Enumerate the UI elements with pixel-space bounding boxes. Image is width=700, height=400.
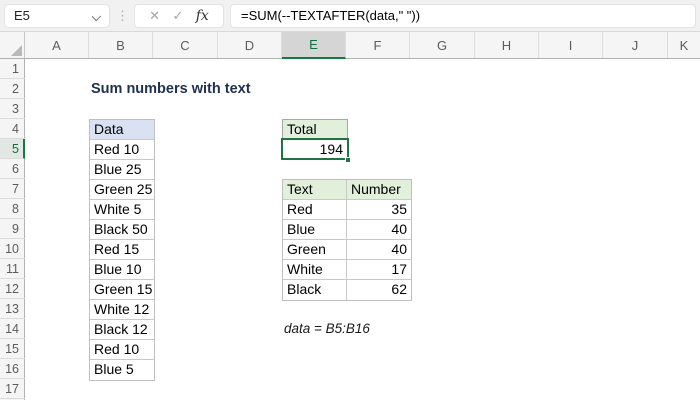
data-cell-b14[interactable]: Black 12 [90, 320, 154, 340]
row-header-2[interactable]: 2 [0, 79, 25, 99]
data-cell-b15[interactable]: Red 10 [90, 340, 154, 360]
row-header-15[interactable]: 15 [0, 339, 25, 359]
summary-number-cell[interactable]: 40 [347, 220, 411, 239]
column-header-b[interactable]: B [89, 32, 153, 58]
data-cell-b7[interactable]: Green 25 [90, 180, 154, 200]
row-headers: 1 2 3 4 5 6 7 8 9 10 11 12 13 14 15 16 1… [0, 59, 25, 400]
row-header-16[interactable]: 16 [0, 359, 25, 379]
summary-text-cell[interactable]: Black [283, 280, 347, 300]
column-header-e-selected[interactable]: E [282, 32, 346, 59]
summary-header-row: Text Number [283, 180, 411, 200]
column-header-f[interactable]: F [346, 32, 410, 58]
summary-row-green: Green 40 [283, 240, 411, 260]
row-header-7[interactable]: 7 [0, 179, 25, 199]
summary-row-white: White 17 [283, 260, 411, 280]
data-list-header[interactable]: Data [90, 120, 154, 140]
row-header-9[interactable]: 9 [0, 219, 25, 239]
row-header-13[interactable]: 13 [0, 299, 25, 319]
row-header-1[interactable]: 1 [0, 59, 25, 79]
excel-window: E5 ⋮ ✕ ✓ fx =SUM(--TEXTAFTER(data," ")) … [0, 0, 700, 400]
summary-row-blue: Blue 40 [283, 220, 411, 240]
summary-number-cell[interactable]: 62 [347, 280, 411, 300]
cancel-icon[interactable]: ✕ [149, 8, 160, 24]
column-headers: A B C D E F G H I J K [0, 32, 700, 59]
summary-number-cell[interactable]: 17 [347, 260, 411, 279]
summary-row-black: Black 62 [283, 280, 411, 300]
summary-header-text[interactable]: Text [283, 180, 347, 199]
fill-handle[interactable] [345, 157, 351, 163]
row-header-17[interactable]: 17 [0, 379, 25, 399]
column-header-k[interactable]: K [668, 32, 700, 58]
name-box[interactable]: E5 [4, 4, 110, 28]
row-header-10[interactable]: 10 [0, 239, 25, 259]
column-header-c[interactable]: C [153, 32, 218, 58]
summary-text-cell[interactable]: White [283, 260, 347, 279]
column-header-i[interactable]: I [539, 32, 603, 58]
row-header-3[interactable]: 3 [0, 99, 25, 119]
data-cell-b6[interactable]: Blue 25 [90, 160, 154, 180]
formula-bar: E5 ⋮ ✕ ✓ fx =SUM(--TEXTAFTER(data," ")) [0, 0, 700, 32]
summary-row-red: Red 35 [283, 200, 411, 220]
column-header-a[interactable]: A [25, 32, 89, 58]
row-header-11[interactable]: 11 [0, 259, 25, 279]
summary-header-number[interactable]: Number [347, 180, 411, 199]
formula-text: =SUM(--TEXTAFTER(data," ")) [241, 8, 420, 23]
data-cell-b8[interactable]: White 5 [90, 200, 154, 220]
data-list-table: Data Red 10 Blue 25 Green 25 White 5 Bla… [89, 119, 155, 381]
column-header-h[interactable]: H [475, 32, 539, 58]
name-box-value: E5 [14, 8, 30, 23]
column-header-d[interactable]: D [218, 32, 282, 58]
row-header-4[interactable]: 4 [0, 119, 25, 139]
summary-text-cell[interactable]: Green [283, 240, 347, 259]
column-header-j[interactable]: J [603, 32, 668, 58]
data-cell-b12[interactable]: Green 15 [90, 280, 154, 300]
row-header-14[interactable]: 14 [0, 319, 25, 339]
summary-table: Text Number Red 35 Blue 40 Green 40 Whit… [282, 179, 412, 301]
select-all-icon [11, 45, 22, 56]
total-header-cell[interactable]: Total [282, 119, 348, 139]
data-cell-b16[interactable]: Blue 5 [90, 360, 154, 380]
select-all-button[interactable] [0, 32, 25, 58]
row-header-5-selected[interactable]: 5 [0, 139, 25, 159]
data-cell-b5[interactable]: Red 10 [90, 140, 154, 160]
data-cell-b11[interactable]: Blue 10 [90, 260, 154, 280]
row-header-12[interactable]: 12 [0, 279, 25, 299]
column-header-g[interactable]: G [410, 32, 475, 58]
row-header-8[interactable]: 8 [0, 199, 25, 219]
formula-buttons: ✕ ✓ fx [134, 4, 224, 28]
data-cell-b10[interactable]: Red 15 [90, 240, 154, 260]
data-cell-b9[interactable]: Black 50 [90, 220, 154, 240]
summary-text-cell[interactable]: Blue [283, 220, 347, 239]
formula-input[interactable]: =SUM(--TEXTAFTER(data," ")) [230, 4, 696, 28]
chevron-down-icon[interactable] [92, 11, 101, 20]
summary-number-cell[interactable]: 40 [347, 240, 411, 259]
data-cell-b13[interactable]: White 12 [90, 300, 154, 320]
sheet-area: Sum numbers with text Data Red 10 Blue 2… [26, 59, 700, 400]
worksheet-title[interactable]: Sum numbers with text [91, 79, 251, 99]
selected-cell-e5[interactable]: 194 [281, 138, 349, 160]
summary-text-cell[interactable]: Red [283, 200, 347, 219]
summary-number-cell[interactable]: 35 [347, 200, 411, 219]
enter-icon[interactable]: ✓ [172, 8, 183, 24]
named-range-note[interactable]: data = B5:B16 [284, 319, 370, 339]
row-header-6[interactable]: 6 [0, 159, 25, 179]
insert-function-icon[interactable]: fx [196, 8, 209, 24]
separator-dots-icon: ⋮ [116, 8, 129, 24]
